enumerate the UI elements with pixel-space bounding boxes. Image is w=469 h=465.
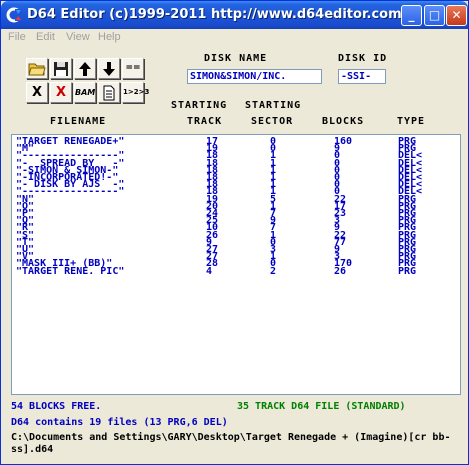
menu-help[interactable]: Help <box>98 31 121 43</box>
file-type: PRG <box>398 265 417 277</box>
contents-status: D64 contains 19 files (13 PRG,6 DEL) <box>11 417 228 428</box>
close-button[interactable]: ✕ <box>446 5 467 26</box>
delete-red-button[interactable]: X <box>50 82 72 103</box>
c64-logo-icon <box>6 7 22 23</box>
menu-bar: File Edit View Help <box>2 29 468 46</box>
move-up-button[interactable] <box>74 58 96 79</box>
blocks-free-status: 54 BLOCKS FREE. <box>11 401 102 412</box>
floppy-disk-icon <box>54 62 68 76</box>
maximize-button[interactable]: □ <box>424 5 445 26</box>
delete-button[interactable]: X <box>26 82 48 103</box>
file-list[interactable]: "TARGET RENEGADE+" 17 0 160 PRG "M" 19 0 9 PRG "--… <box>11 134 461 395</box>
list-item[interactable]: "TARGET RENE. PIC" 4 2 26 PRG <box>12 265 452 277</box>
sort-button[interactable]: 1>2>3 <box>122 82 149 103</box>
toolbar: == X X BAM 1>2>3 <box>26 58 149 104</box>
save-button[interactable] <box>50 58 72 79</box>
filename-header: FILENAME <box>50 116 107 127</box>
document-button[interactable] <box>98 82 120 103</box>
disk-name-field[interactable]: SIMON&SIMON/INC. <box>187 69 322 84</box>
arrow-down-icon <box>103 62 115 76</box>
menu-file[interactable]: File <box>8 31 26 43</box>
file-track: 4 <box>206 265 213 277</box>
document-icon <box>103 85 115 101</box>
type-header: TYPE <box>397 116 426 127</box>
track-header: TRACK <box>187 116 223 127</box>
title-bar[interactable]: D64 Editor (c)1999-2011 http://www.d64ed… <box>1 1 468 29</box>
bam-button[interactable]: BAM <box>74 82 96 103</box>
arrow-up-icon <box>79 62 91 76</box>
window-title: D64 Editor (c)1999-2011 http://www.d64ed… <box>27 7 407 22</box>
file-blocks: 26 <box>334 265 347 277</box>
app-window: D64 Editor (c)1999-2011 http://www.d64ed… <box>0 0 469 465</box>
minimize-button[interactable]: _ <box>401 5 422 26</box>
file-name: "TARGET RENE. PIC" <box>16 265 125 277</box>
starting-track-header: STARTING <box>171 100 228 111</box>
sector-header: SECTOR <box>251 116 294 127</box>
equals-button[interactable]: == <box>122 58 144 79</box>
file-path: C:\Documents and Settings\GARY\Desktop\T… <box>11 432 451 455</box>
menu-edit[interactable]: Edit <box>36 31 55 43</box>
menu-view[interactable]: View <box>66 31 90 43</box>
open-folder-icon <box>28 63 46 76</box>
move-down-button[interactable] <box>98 58 120 79</box>
open-button[interactable] <box>26 58 48 79</box>
disk-name-label: DISK NAME <box>204 53 268 64</box>
disk-id-field[interactable]: -SSI- <box>338 69 386 84</box>
file-sector: 2 <box>270 265 277 277</box>
disk-format-status: 35 TRACK D64 FILE (STANDARD) <box>237 401 406 412</box>
disk-id-label: DISK ID <box>338 53 388 64</box>
starting-sector-header: STARTING <box>245 100 302 111</box>
blocks-header: BLOCKS <box>322 116 365 127</box>
